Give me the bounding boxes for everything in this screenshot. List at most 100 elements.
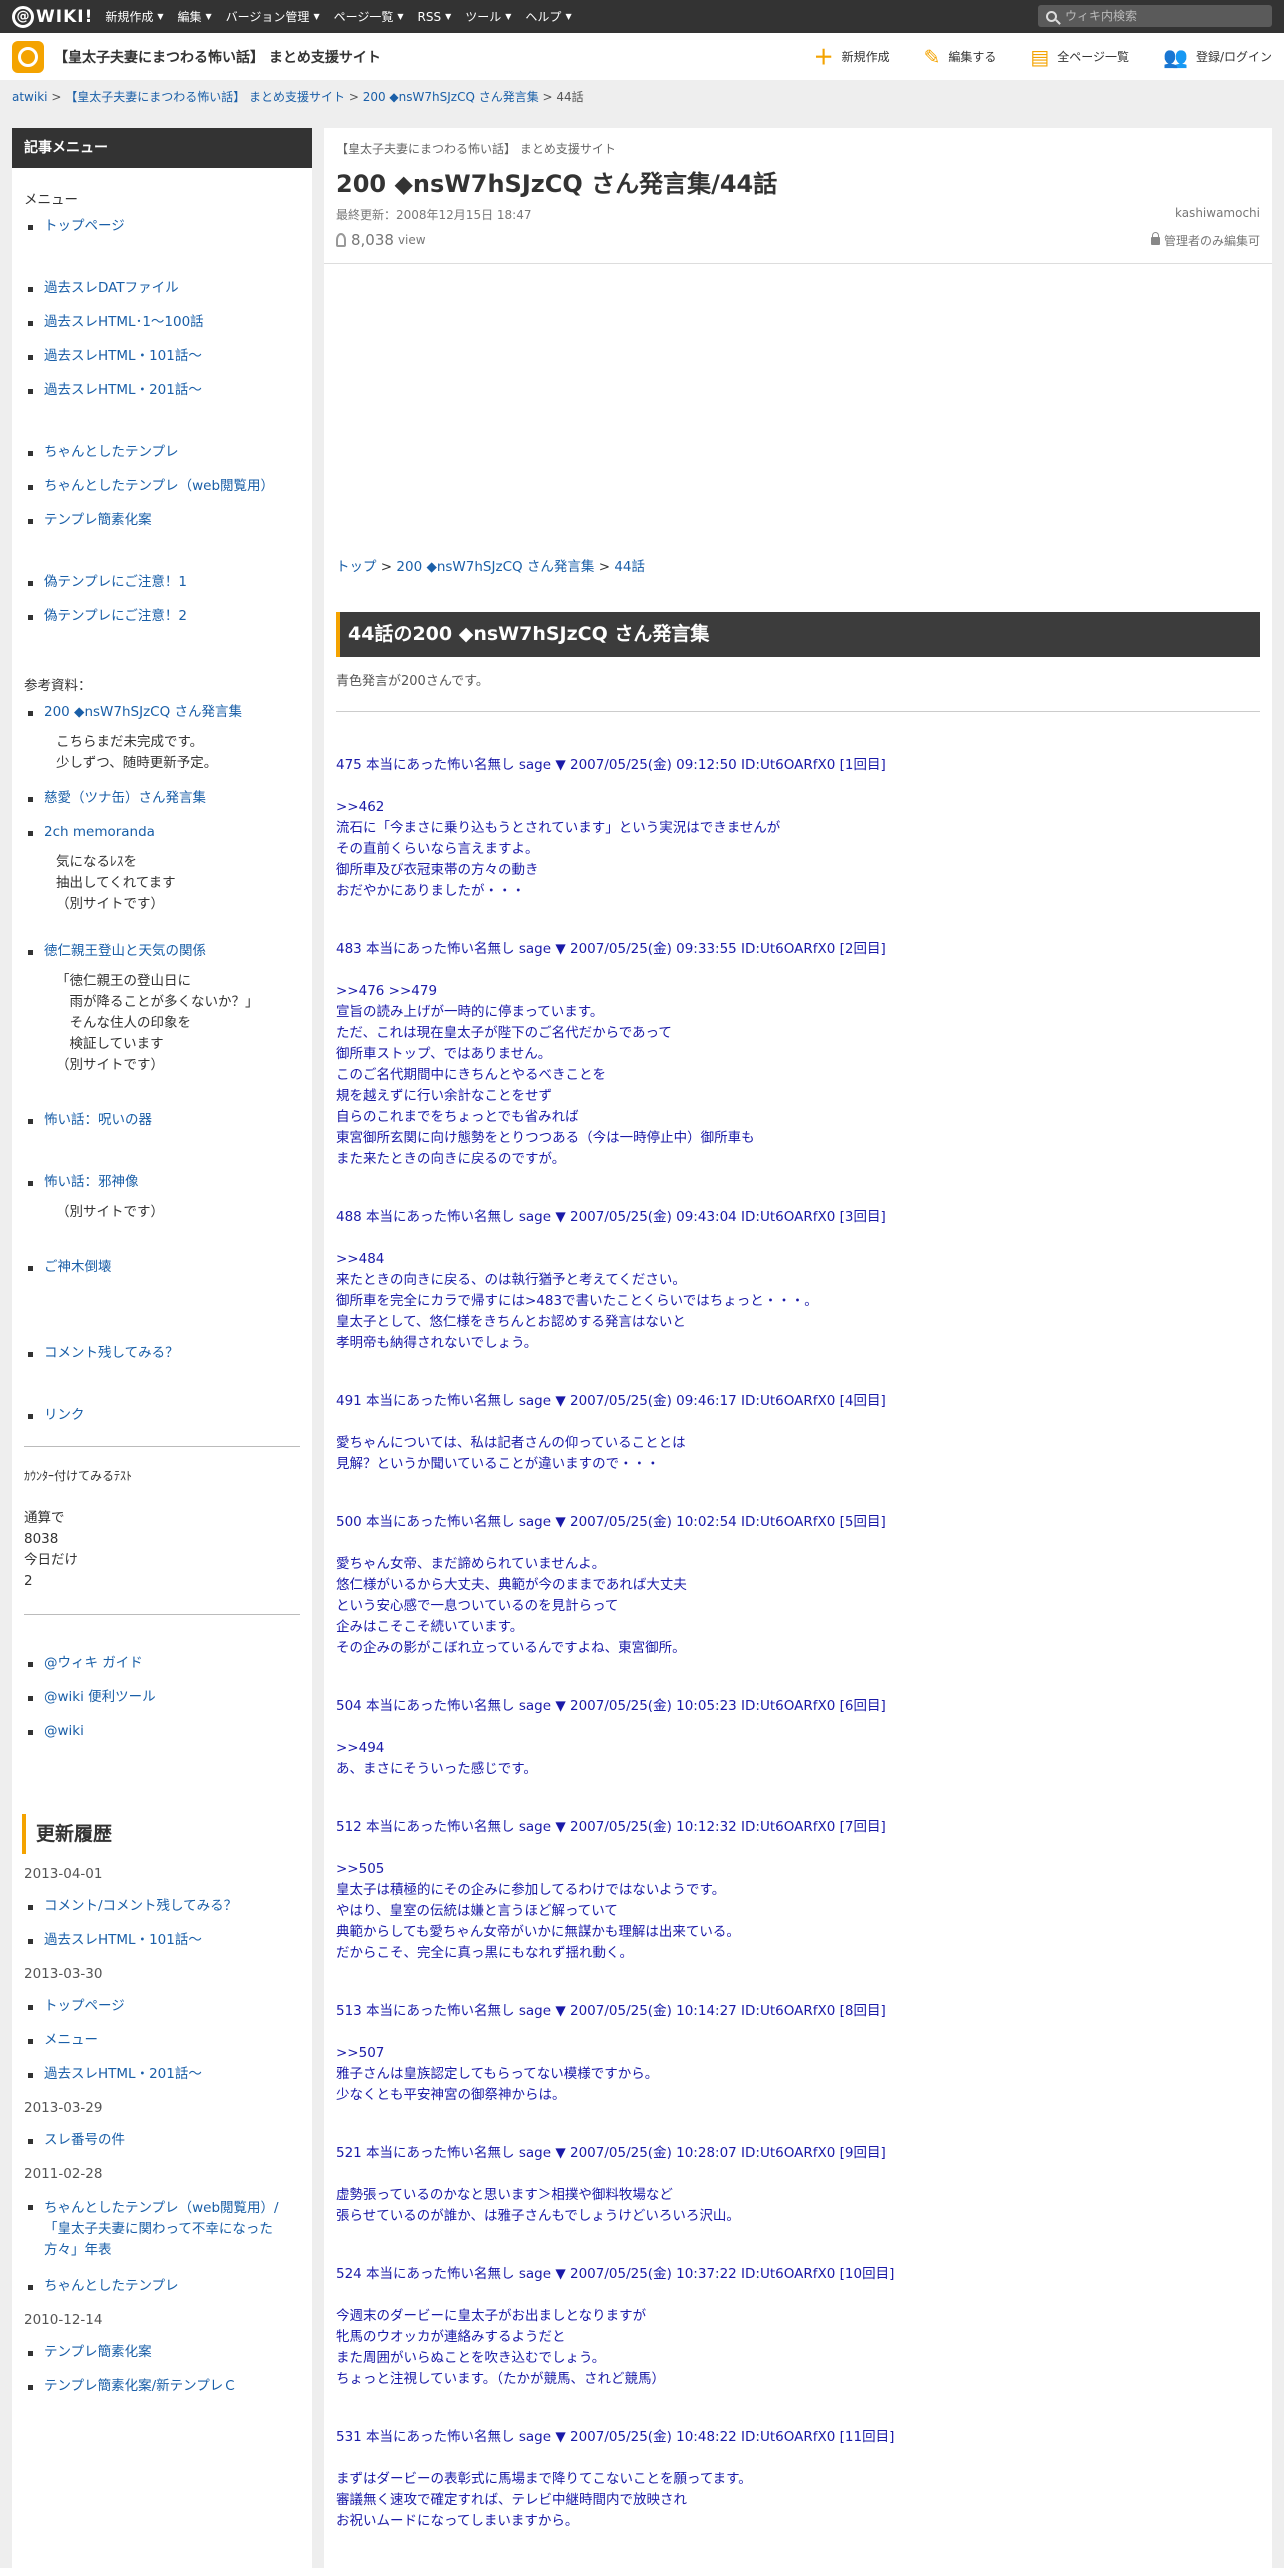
post-header: 531 本当にあった怖い名無し sage ▼ 2007/05/25(金) 10:…	[336, 2429, 895, 2445]
wiki-search[interactable]	[1038, 5, 1272, 27]
post-header: 483 本当にあった怖い名無し sage ▼ 2007/05/25(金) 09:…	[336, 941, 886, 957]
update-item[interactable]: ちゃんとしたテンプレ（web閲覧用）/「皇太子夫妻に関わって不幸になった方々」年…	[24, 2198, 300, 2261]
update-item[interactable]: コメント/コメント残してみる？	[24, 1898, 300, 1915]
sidebar-guide[interactable]: @ウィキ ガイド	[24, 1655, 300, 1672]
menu-help[interactable]: ヘルプ ▼	[525, 8, 571, 25]
ref-note: 「徳仁親王の登山日に 雨が降ることが多くないか？」 そんな住人の印象を 検証して…	[56, 973, 259, 1073]
crumb-current[interactable]: 44話	[614, 559, 645, 575]
site-logo-icon[interactable]	[12, 40, 44, 73]
sidebar-item-template[interactable]: ちゃんとしたテンプレ	[24, 444, 300, 461]
sidebar-ref-200[interactable]: 200 ◆nsW7hSJzCQ さん発言集	[24, 704, 300, 721]
site-title[interactable]: 【皇太子夫妻にまつわる怖い話】 まとめ支援サイト	[54, 47, 381, 67]
menu-new[interactable]: 新規作成 ▼	[105, 8, 163, 25]
menu-tools[interactable]: ツール ▼	[465, 8, 511, 25]
update-item[interactable]: 過去スレHTML・201話～	[24, 2066, 300, 2083]
author[interactable]: kashiwamochi	[1175, 206, 1260, 220]
post: 521 本当にあった怖い名無し sage ▼ 2007/05/25(金) 10:…	[336, 2143, 1260, 2227]
post-body: >>476 >>479 宣旨の読み上げが一時的に停まっています。 ただ、これは現…	[336, 983, 755, 1167]
post-header: 500 本当にあった怖い名無し sage ▼ 2007/05/25(金) 10:…	[336, 1514, 886, 1530]
pencil-icon: ✎	[923, 44, 941, 69]
update-date: 2010-12-14	[24, 2312, 103, 2328]
update-item[interactable]: スレ番号の件	[24, 2132, 300, 2149]
sidebar-item-fake2[interactable]: 偽テンプレにご注意！2	[24, 608, 300, 625]
update-item[interactable]: テンプレ簡素化案/新テンプレＣ	[24, 2378, 300, 2395]
divider	[336, 711, 1260, 712]
post-body: まずはダービーの表彰式に馬場まで降りてこないことを願ってます。 審議無く速攻で確…	[336, 2471, 752, 2529]
sidebar-item-template-web[interactable]: ちゃんとしたテンプレ（web閲覧用）	[24, 478, 300, 495]
sidebar-ref-memoranda[interactable]: 2ch memoranda	[24, 824, 300, 841]
section-description: 青色発言が200さんです。	[336, 674, 489, 689]
new-page-button[interactable]: ＋新規作成	[814, 47, 890, 67]
crumb-top[interactable]: トップ	[336, 559, 377, 575]
sidebar-item-html1[interactable]: 過去スレHTML･1～100話	[24, 314, 300, 331]
atwiki-logo[interactable]: @ WIKI!	[12, 0, 93, 33]
login-button[interactable]: 👥 登録/ログイン	[1163, 47, 1272, 67]
sidebar-comment[interactable]: コメント残してみる？	[24, 1345, 300, 1362]
update-history-title: 更新履歴	[22, 1814, 300, 1854]
post-header: 513 本当にあった怖い名無し sage ▼ 2007/05/25(金) 10:…	[336, 2003, 886, 2019]
sidebar-item-template-simple[interactable]: テンプレ簡素化案	[24, 512, 300, 529]
update-date: 2013-03-29	[24, 2100, 103, 2116]
breadcrumb-site[interactable]: 【皇太子夫妻にまつわる怖い話】 まとめ支援サイト	[65, 90, 345, 104]
post-body: 虚勢張っているのかなと思います＞相撲や御料牧場など 張らせているのが誰か、は雅子…	[336, 2187, 740, 2224]
post-body: 今週末のダービーに皇太子がお出ましとなりますが 牝馬のウオッカが連絡みするようだ…	[336, 2308, 665, 2387]
crumb-parent[interactable]: 200 ◆nsW7hSJzCQ さん発言集	[396, 559, 594, 575]
page-site-name: 【皇太子夫妻にまつわる怖い話】 まとめ支援サイト	[336, 142, 616, 156]
post: 500 本当にあった怖い名無し sage ▼ 2007/05/25(金) 10:…	[336, 1512, 1260, 1659]
post-header: 475 本当にあった怖い名無し sage ▼ 2007/05/25(金) 09:…	[336, 757, 886, 773]
sidebar-ref-jashin[interactable]: 怖い話：邪神像	[24, 1174, 300, 1191]
caret-down-icon: ▼	[505, 12, 512, 21]
sidebar-item-fake1[interactable]: 偽テンプレにご注意！1	[24, 574, 300, 591]
post-header: 491 本当にあった怖い名無し sage ▼ 2007/05/25(金) 09:…	[336, 1393, 886, 1409]
ref-label: 参考資料：	[24, 678, 92, 694]
update-item[interactable]: トップページ	[24, 1998, 300, 2015]
sidebar-ref-tozan[interactable]: 徳仁親王登山と天気の関係	[24, 943, 300, 960]
menu-pagelist[interactable]: ページ一覧 ▼	[334, 8, 404, 25]
update-date: 2013-03-30	[24, 1966, 103, 1982]
menu-version[interactable]: バージョン管理 ▼	[226, 8, 320, 25]
logo-text: WIKI!	[36, 6, 94, 27]
divider	[24, 1614, 300, 1615]
breadcrumb: atwiki > 【皇太子夫妻にまつわる怖い話】 まとめ支援サイト > 200 …	[12, 90, 584, 104]
update-date: 2011-02-28	[24, 2166, 103, 2182]
update-item[interactable]: テンプレ簡素化案	[24, 2344, 300, 2361]
plus-icon: ＋	[813, 44, 834, 69]
breadcrumb-atwiki[interactable]: atwiki	[12, 90, 48, 104]
section-heading: 44話の200 ◆nsW7hSJzCQ さん発言集	[336, 612, 1260, 657]
sidebar-item-top[interactable]: トップページ	[24, 218, 300, 235]
breadcrumb-parent[interactable]: 200 ◆nsW7hSJzCQ さん発言集	[363, 90, 539, 104]
caret-down-icon: ▼	[205, 12, 212, 21]
edit-button[interactable]: ✎ 編集する	[924, 47, 997, 67]
post-body: 愛ちゃんについては、私は記者さんの仰っていることとは 見解？というか聞いているこ…	[336, 1435, 686, 1472]
post-body: >>507 雅子さんは皇族認定してもらってない模様ですから。 少なくとも平安神宮…	[336, 2045, 659, 2103]
update-item[interactable]: 過去スレHTML・101話～	[24, 1932, 300, 1949]
menu-rss[interactable]: RSS ▼	[418, 8, 452, 25]
search-input[interactable]	[1065, 9, 1255, 23]
sidebar-ref-shinboku[interactable]: ご神木倒壊	[24, 1259, 300, 1276]
edit-permission: 管理者のみ編集可	[1150, 231, 1260, 249]
menu-edit[interactable]: 編集 ▼	[178, 8, 212, 25]
divider	[24, 1446, 300, 1447]
divider	[324, 263, 1272, 264]
counter-title: ｶｳﾝﾀｰ付けてみるﾃｽﾄ	[24, 1469, 133, 1483]
sidebar-ref-noroi[interactable]: 怖い話：呪いの器	[24, 1112, 300, 1129]
update-item[interactable]: ちゃんとしたテンプレ	[24, 2278, 300, 2295]
sidebar-ref-jiai[interactable]: 慈愛（ツナ缶）さん発言集	[24, 790, 300, 807]
post-body: >>484 来たときの向きに戻る、のは執行猶予と考えてください。 御所車を完全に…	[336, 1251, 818, 1351]
update-item[interactable]: メニュー	[24, 2032, 300, 2049]
users-icon: 👥	[1163, 44, 1188, 69]
sidebar-item-dat[interactable]: 過去スレDATファイル	[24, 280, 300, 297]
sidebar-link[interactable]: リンク	[24, 1407, 300, 1424]
sidebar-item-html201[interactable]: 過去スレHTML・201話～	[24, 382, 300, 399]
all-pages-button[interactable]: ▤ 全ページ一覧	[1030, 47, 1129, 67]
menu-label: メニュー	[24, 192, 78, 208]
sidebar-item-html101[interactable]: 過去スレHTML・101話～	[24, 348, 300, 365]
sidebar-atwiki[interactable]: @wiki	[24, 1723, 300, 1740]
post: 475 本当にあった怖い名無し sage ▼ 2007/05/25(金) 09:…	[336, 755, 1260, 902]
ref-note: 気になるﾚｽを 抽出してくれてます （別サイトです）	[56, 854, 176, 912]
caret-down-icon: ▼	[445, 12, 452, 21]
post-body: >>505 皇太子は積極的にその企みに参加してるわけではないようです。 やはり、…	[336, 1861, 740, 1961]
sidebar-tools[interactable]: @wiki 便利ツール	[24, 1689, 300, 1706]
update-date: 2013-04-01	[24, 1866, 103, 1882]
post-header: 524 本当にあった怖い名無し sage ▼ 2007/05/25(金) 10:…	[336, 2266, 895, 2282]
